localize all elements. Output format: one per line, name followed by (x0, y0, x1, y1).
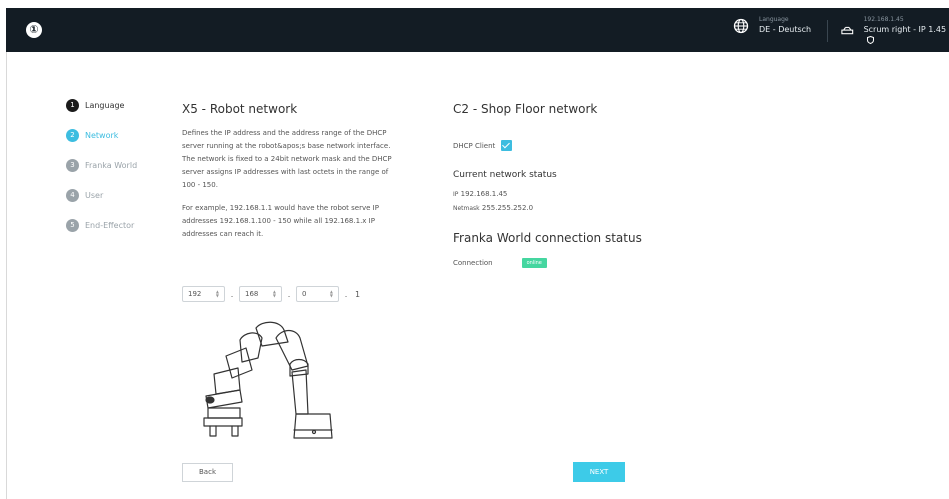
ip-octet-value: 0 (302, 290, 307, 298)
robot-network-example: For example, 192.168.1.1 would have the … (182, 204, 379, 238)
robot-network-section: X5 - Robot network Defines the IP addres… (182, 102, 392, 241)
step-network[interactable]: 2 Network (66, 129, 137, 142)
dhcp-client-row: DHCP Client (453, 140, 753, 151)
ip-octet-3-stepper[interactable]: 0 ▲ ▼ (296, 286, 339, 302)
ip-octet-fixed: 1 (355, 289, 361, 299)
ip-octet-value: 192 (188, 290, 202, 298)
robot-selector[interactable]: 192.168.1.45 Scrum right - IP 1.45 (841, 16, 949, 46)
dhcp-client-checkbox[interactable] (501, 140, 513, 151)
shop-floor-title: C2 - Shop Floor network (453, 102, 598, 116)
step-number: 5 (66, 219, 79, 232)
language-caption: Language (759, 16, 789, 23)
step-label: Network (85, 131, 119, 140)
step-number: 1 (66, 99, 79, 112)
step-label: User (85, 191, 104, 200)
robot-network-description: Defines the IP address and the address r… (182, 129, 392, 189)
ip-separator: . (344, 289, 348, 299)
step-language[interactable]: 1 Language (66, 99, 137, 112)
netmask-status-row: Netmask 255.255.252.0 (453, 203, 753, 214)
spinner-arrows-icon[interactable]: ▲ ▼ (273, 290, 276, 298)
robot-connection-icon (841, 26, 854, 35)
dhcp-client-label: DHCP Client (453, 141, 496, 150)
ip-key: IP (453, 191, 459, 198)
spinner-arrows-icon[interactable]: ▲ ▼ (216, 290, 219, 298)
language-selector[interactable]: Language DE - Deutsch (733, 16, 811, 35)
header-divider (827, 20, 828, 42)
step-number: 3 (66, 159, 79, 172)
connection-label: Connection (453, 259, 493, 267)
ip-separator: . (287, 289, 291, 299)
netmask-value: 255.255.252.0 (481, 204, 534, 212)
step-number: 2 (66, 129, 79, 142)
ip-status-row: IP 192.168.1.45 (453, 189, 753, 200)
ip-value: 192.168.1.45 (460, 190, 508, 198)
ip-separator: . (230, 289, 234, 299)
robot-arm-illustration (203, 321, 333, 439)
step-end-effector[interactable]: 5 End-Effector (66, 219, 137, 232)
ip-octet-value: 168 (245, 290, 259, 298)
ip-octet-1-stepper[interactable]: 192 ▲ ▼ (182, 286, 225, 302)
back-button[interactable]: Back (182, 463, 233, 482)
netmask-key: Netmask (453, 205, 480, 212)
robot-ip-input: 192 ▲ ▼ . 168 ▲ ▼ . 0 ▲ ▼ . 1 (182, 286, 360, 302)
step-label: Language (85, 101, 125, 110)
next-button[interactable]: NEXT (573, 462, 625, 482)
step-label: Franka World (85, 161, 138, 170)
network-status-title: Current network status (453, 170, 557, 180)
spinner-arrows-icon[interactable]: ▲ ▼ (330, 290, 333, 298)
franka-logo-icon[interactable]: ① (26, 22, 42, 38)
connection-row: Connection online (453, 258, 753, 268)
shield-icon (866, 36, 874, 44)
step-number: 4 (66, 189, 79, 202)
step-franka-world[interactable]: 3 Franka World (66, 159, 137, 172)
step-label: End-Effector (85, 221, 135, 230)
language-value: DE - Deutsch (759, 25, 812, 34)
shop-floor-section: C2 - Shop Floor network DHCP Client Curr… (453, 102, 753, 268)
status-badge: online (521, 258, 547, 268)
ip-octet-2-stepper[interactable]: 168 ▲ ▼ (239, 286, 282, 302)
robot-network-title: X5 - Robot network (182, 102, 298, 116)
franka-world-status-title: Franka World connection status (453, 231, 642, 245)
step-user[interactable]: 4 User (66, 189, 137, 202)
robot-ip: 192.168.1.45 (863, 16, 904, 23)
setup-steps: 1 Language 2 Network 3 Franka World 4 Us… (66, 99, 137, 249)
top-bar: ① Language DE - Deutsch 192.168.1.45 Scr… (6, 8, 949, 52)
robot-name: Scrum right - IP 1.45 (863, 25, 947, 34)
globe-icon (733, 18, 749, 33)
